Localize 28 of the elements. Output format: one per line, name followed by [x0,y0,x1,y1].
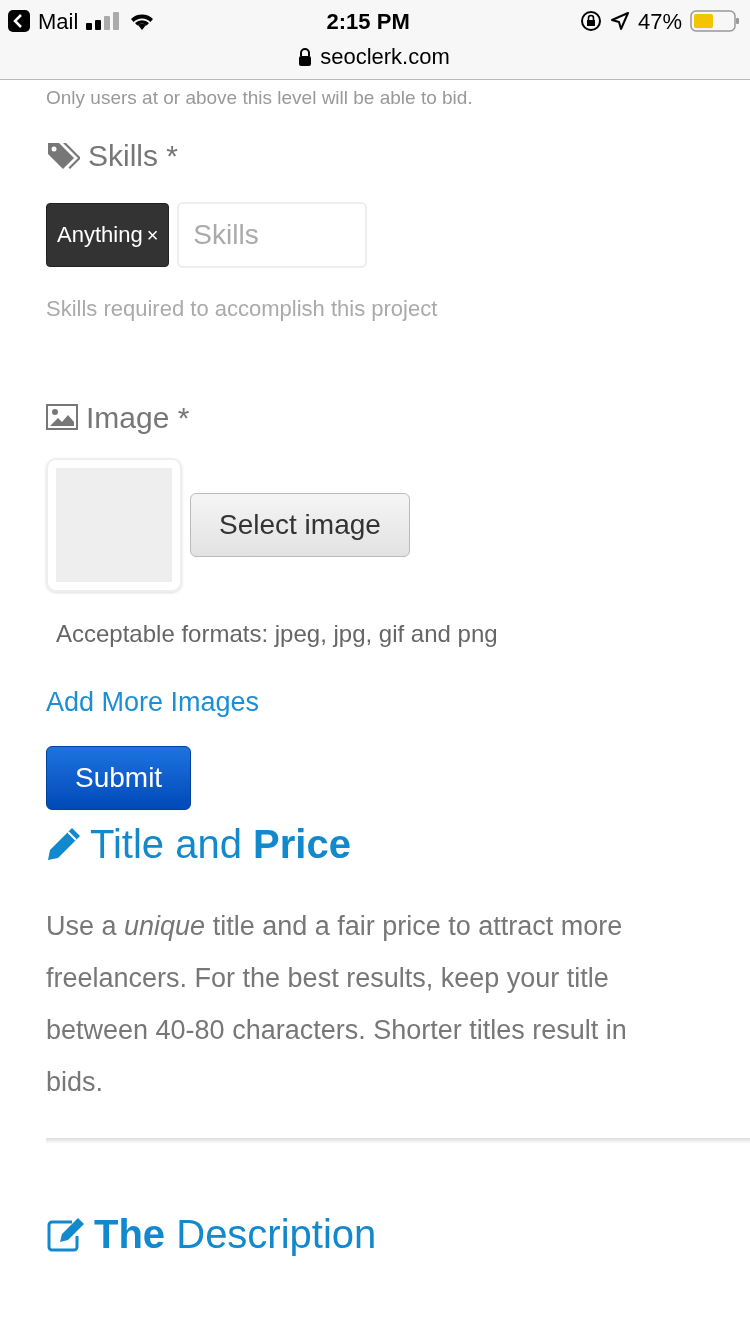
skill-tag: Anything × [46,202,170,267]
image-icon [46,404,78,430]
section-description: Use a unique title and a fair price to attract more freelancers. For the best results, keep your title between 40-80 characters. Shorter titles result in bids. [46,910,628,1099]
signal-icon [86,12,121,30]
battery-icon [690,10,740,32]
submit-button[interactable]: Submit [46,746,192,810]
battery-percentage: 47% [637,7,682,36]
back-icon [8,10,30,32]
location-arrow-icon [609,11,630,31]
pencil-icon [46,826,82,862]
edit-icon [46,1216,86,1252]
back-link[interactable]: Mail [8,4,79,38]
lock-icon [298,47,313,66]
field-label: Image * [86,399,190,436]
help-text: Skills required to accomplish this project [46,294,439,323]
help-text: Acceptable formats: jpeg, jpg, gif and png [55,618,499,649]
help-text: Only users at or above this level will be able to bid. [46,86,474,110]
skills-input[interactable]: Skills [177,201,368,268]
select-image-button[interactable]: Select image [190,492,410,557]
tags-icon [46,141,80,169]
section-heading: Title and Price [90,821,351,868]
field-label: Skills * [88,137,178,174]
clock-time: 2:15 PM [325,7,411,36]
remove-tag-button[interactable]: × [146,219,159,250]
page-url[interactable]: seoclerk.com [320,40,450,73]
add-images-link[interactable]: Add More Images [46,681,260,722]
section-heading: The Description [94,1211,377,1258]
rotation-lock-icon [579,10,602,32]
